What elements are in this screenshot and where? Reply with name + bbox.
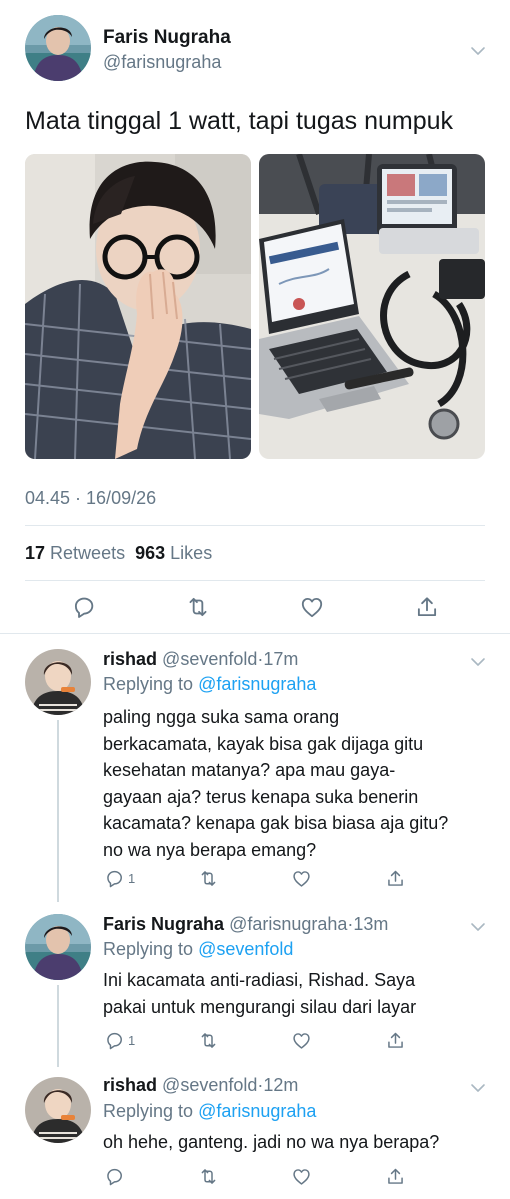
reply-text-line: kesehatan matanya? apa mau gaya- — [103, 760, 396, 780]
reply-text: oh hehe, ganteng. jadi no wa nya berapa? — [103, 1129, 498, 1156]
retweet-icon[interactable] — [185, 594, 211, 620]
reply-icon[interactable] — [104, 868, 125, 889]
chevron-down-icon[interactable] — [470, 654, 486, 664]
tweet-stats: 17 Retweets 963 Likes — [25, 543, 212, 564]
reply-text-line: Ini kacamata anti-radiasi, Rishad. Saya — [103, 970, 416, 990]
thread-line — [57, 720, 59, 902]
reply-time[interactable]: 17m — [263, 649, 298, 669]
retweet-icon[interactable] — [198, 868, 219, 889]
share-icon[interactable] — [385, 1166, 406, 1187]
replying-to-label: Replying to — [103, 1101, 194, 1121]
main-tweet: Faris Nugraha @farisnugraha Mata tinggal… — [0, 0, 510, 634]
retweet-action[interactable] — [198, 867, 219, 889]
avatar[interactable] — [25, 1077, 91, 1143]
replying-to-handle[interactable]: @farisnugraha — [198, 674, 316, 694]
like-action[interactable] — [291, 1165, 312, 1187]
reply-text-line: oh hehe, ganteng. jadi no wa nya berapa? — [103, 1132, 440, 1152]
reply-header: rishad @sevenfold·12m — [103, 1075, 298, 1096]
reply-text: paling ngga suka sama orang berkacamata,… — [103, 704, 498, 863]
thread-line — [57, 985, 59, 1067]
reply-action[interactable]: 1 — [104, 1029, 135, 1051]
author-handle[interactable]: @farisnugraha — [103, 52, 221, 73]
share-action[interactable] — [385, 1029, 406, 1051]
avatar[interactable] — [25, 914, 91, 980]
retweet-icon[interactable] — [198, 1166, 219, 1187]
tweet-photo-desk[interactable] — [259, 154, 485, 459]
tweet-timestamp[interactable]: 04.45 · 16/09/26 — [25, 488, 156, 509]
reply-icon[interactable] — [104, 1030, 125, 1051]
avatar[interactable] — [25, 649, 91, 715]
reply-header: rishad @sevenfold·17m — [103, 649, 298, 670]
heart-icon[interactable] — [299, 594, 325, 620]
reply-text-line: berkacamata, kayak bisa gak dijaga gitu — [103, 733, 424, 754]
reply-text-line: pakai untuk mengurangi silau dari layar — [103, 996, 417, 1017]
divider — [25, 525, 485, 526]
replying-to-label: Replying to — [103, 674, 194, 694]
retweet-icon[interactable] — [198, 1030, 219, 1051]
reply-tweet[interactable]: rishad @sevenfold·17m Replying to @faris… — [0, 634, 510, 902]
reply-text-line: gayaan aja? terus kenapa suka benerin — [103, 786, 419, 807]
reply-count: 1 — [128, 870, 136, 886]
reply-icon[interactable] — [71, 594, 97, 620]
retweet-action[interactable] — [198, 1165, 219, 1187]
reply-tweet[interactable]: Faris Nugraha @farisnugraha·13m Replying… — [0, 902, 510, 1067]
tweet-text: Mata tinggal 1 watt, tapi tugas numpuk — [25, 107, 454, 135]
share-icon[interactable] — [385, 1030, 406, 1051]
likes-count[interactable]: 963 — [135, 543, 165, 563]
reply-author-handle[interactable]: @sevenfold — [162, 1075, 257, 1095]
reply-time[interactable]: 13m — [353, 914, 388, 934]
chevron-down-icon[interactable] — [470, 919, 486, 929]
replying-to-handle[interactable]: @sevenfold — [198, 939, 293, 959]
retweets-count[interactable]: 17 — [25, 543, 45, 563]
heart-icon[interactable] — [291, 868, 312, 889]
reply-author-name[interactable]: rishad — [103, 649, 157, 669]
chevron-down-icon[interactable] — [470, 43, 486, 53]
reply-action[interactable]: 1 — [104, 867, 135, 889]
replying-to: Replying to @farisnugraha — [103, 674, 316, 695]
reply-author-name[interactable]: Faris Nugraha — [103, 914, 224, 934]
retweet-action[interactable] — [198, 1029, 219, 1051]
reply-time[interactable]: 12m — [263, 1075, 298, 1095]
heart-icon[interactable] — [291, 1030, 312, 1051]
heart-icon[interactable] — [291, 1166, 312, 1187]
divider — [25, 580, 485, 581]
reply-text-line: no wa nya berapa emang? — [103, 839, 317, 860]
reply-tweet[interactable]: rishad @sevenfold·12m Replying to @faris… — [0, 1067, 510, 1199]
share-action[interactable] — [385, 1165, 406, 1187]
author-name[interactable]: Faris Nugraha — [103, 27, 231, 49]
reply-author-handle[interactable]: @farisnugraha — [229, 914, 347, 934]
reply-action[interactable] — [104, 1165, 125, 1187]
replying-to-handle[interactable]: @farisnugraha — [198, 1101, 316, 1121]
share-action[interactable] — [385, 867, 406, 889]
reply-author-handle[interactable]: @sevenfold — [162, 649, 257, 669]
reply-text: Ini kacamata anti-radiasi, Rishad. Saya … — [103, 967, 498, 1020]
retweets-label[interactable]: Retweets — [50, 543, 125, 563]
tweet-photo-selfie[interactable] — [25, 154, 251, 459]
share-icon[interactable] — [385, 868, 406, 889]
reply-icon[interactable] — [104, 1166, 125, 1187]
reply-author-name[interactable]: rishad — [103, 1075, 157, 1095]
reply-text-line: paling ngga suka sama orang — [103, 707, 340, 727]
like-action[interactable] — [291, 867, 312, 889]
like-action[interactable] — [291, 1029, 312, 1051]
reply-header: Faris Nugraha @farisnugraha·13m — [103, 914, 388, 935]
replying-to-label: Replying to — [103, 939, 194, 959]
replying-to: Replying to @farisnugraha — [103, 1101, 316, 1122]
reply-count: 1 — [128, 1032, 136, 1048]
chevron-down-icon[interactable] — [470, 1080, 486, 1090]
author-avatar[interactable] — [25, 15, 91, 81]
share-icon[interactable] — [414, 594, 440, 620]
likes-label[interactable]: Likes — [170, 543, 212, 563]
replying-to: Replying to @sevenfold — [103, 939, 293, 960]
reply-text-line: kacamata? kenapa gak bisa biasa aja gitu… — [103, 813, 449, 833]
